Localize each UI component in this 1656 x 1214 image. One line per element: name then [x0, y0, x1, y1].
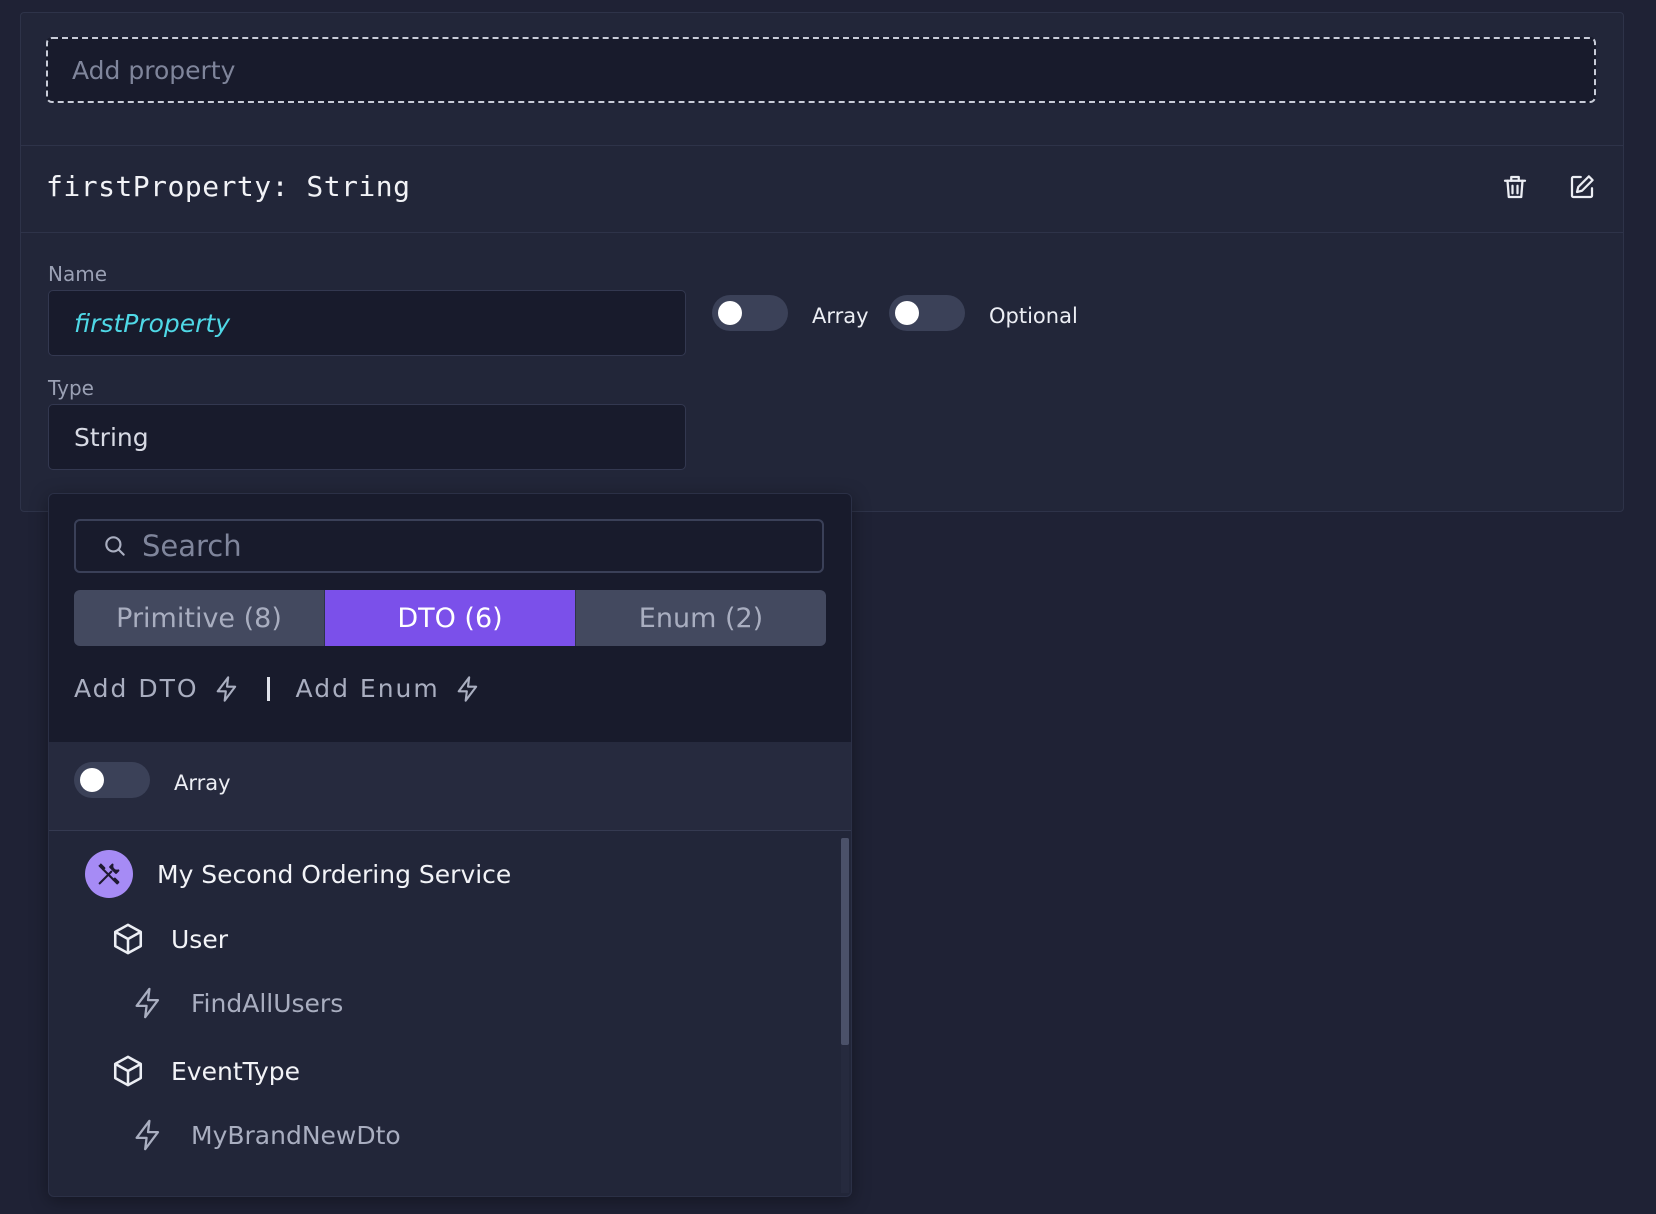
picker-actions: Add DTO Add Enum: [74, 674, 482, 703]
divider: [49, 830, 851, 831]
type-label: Type: [48, 376, 94, 400]
divider: [21, 145, 1623, 146]
picker-array-row: [49, 742, 851, 830]
tab-dto[interactable]: DTO (6): [324, 590, 575, 646]
type-picker-dropdown: Search Primitive (8) DTO (6) Enum (2) Ad…: [48, 493, 852, 1197]
edit-icon: [1570, 175, 1594, 199]
add-dto-label: Add DTO: [74, 674, 199, 703]
optional-toggle[interactable]: [889, 295, 965, 331]
toggle-knob: [895, 301, 919, 325]
cube-icon: [113, 1055, 143, 1087]
bolt-icon: [457, 675, 477, 702]
bolt-icon: [135, 987, 160, 1019]
type-select[interactable]: String: [48, 404, 686, 470]
delete-button[interactable]: [1500, 172, 1530, 202]
endpoint-label: FindAllUsers: [191, 988, 344, 1018]
trash-icon: [1503, 175, 1527, 199]
array-label: Array: [812, 304, 869, 328]
tab-primitive[interactable]: Primitive (8): [74, 590, 324, 646]
add-dto-button[interactable]: Add DTO: [74, 674, 241, 703]
endpoint-item-findallusers[interactable]: FindAllUsers: [131, 986, 343, 1020]
property-title: firstProperty: String: [46, 170, 411, 203]
add-property-placeholder: Add property: [72, 55, 236, 85]
bolt-icon: [135, 1119, 160, 1151]
type-value: String: [74, 422, 149, 452]
picker-array-label: Array: [174, 771, 231, 795]
cube-icon: [113, 923, 143, 955]
add-property-input[interactable]: Add property: [46, 37, 1596, 103]
tab-enum[interactable]: Enum (2): [575, 590, 826, 646]
service-badge: [85, 850, 133, 898]
dto-item-user[interactable]: User: [111, 922, 228, 956]
divider: [21, 232, 1623, 233]
tools-icon: [98, 863, 120, 885]
bolt-icon: [216, 675, 236, 702]
search-input[interactable]: Search: [74, 519, 824, 573]
name-value: firstProperty: [74, 308, 231, 338]
picker-array-toggle[interactable]: [74, 762, 150, 798]
dto-item-eventtype[interactable]: EventType: [111, 1054, 300, 1088]
add-enum-label: Add Enum: [295, 674, 440, 703]
endpoint-item-mybrandnewdto[interactable]: MyBrandNewDto: [131, 1118, 401, 1152]
name-label: Name: [48, 262, 108, 286]
search-icon: [105, 536, 125, 556]
optional-label: Optional: [989, 304, 1078, 328]
service-item[interactable]: My Second Ordering Service: [85, 850, 511, 898]
dto-label: EventType: [171, 1056, 301, 1086]
endpoint-label: MyBrandNewDto: [191, 1120, 401, 1150]
toggle-knob: [718, 301, 742, 325]
service-label: My Second Ordering Service: [157, 859, 512, 889]
scrollbar-thumb[interactable]: [841, 838, 849, 1045]
array-toggle[interactable]: [712, 295, 788, 331]
action-divider: [266, 676, 270, 701]
toggle-knob: [80, 768, 104, 792]
search-placeholder: Search: [142, 529, 242, 563]
type-tabs: Primitive (8) DTO (6) Enum (2): [74, 590, 826, 646]
dto-label: User: [171, 924, 228, 954]
name-input[interactable]: firstProperty: [48, 290, 686, 356]
edit-button[interactable]: [1567, 172, 1597, 202]
add-enum-button[interactable]: Add Enum: [296, 674, 482, 703]
